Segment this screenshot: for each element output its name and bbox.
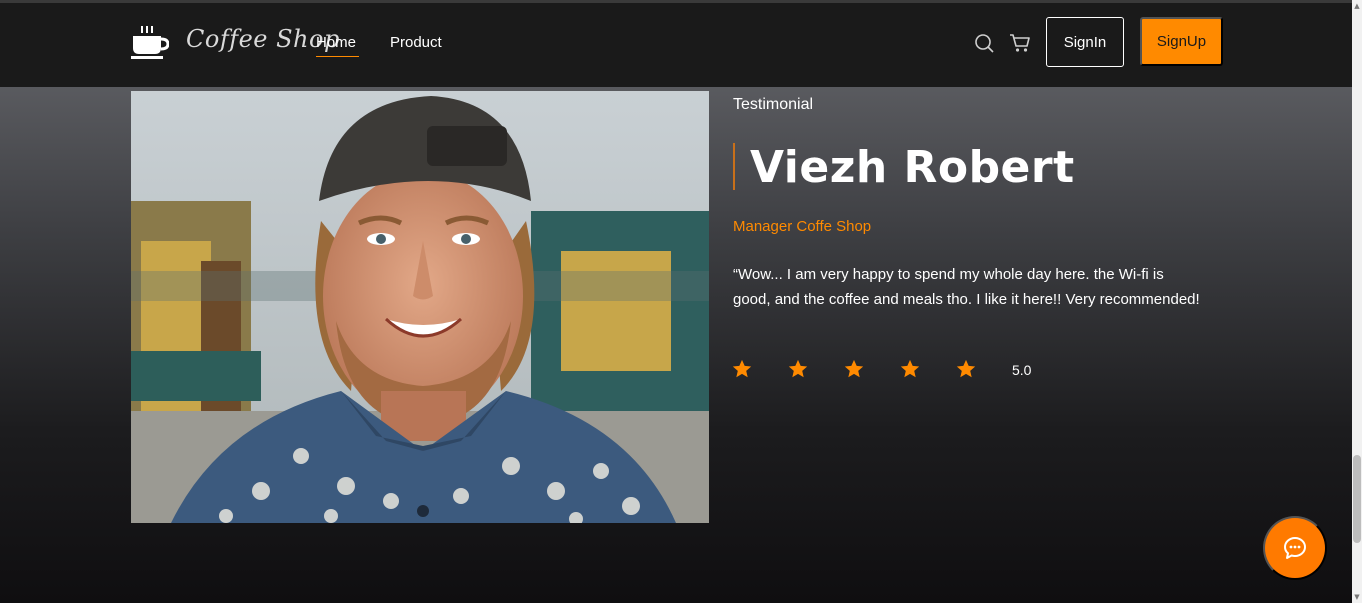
star-icon xyxy=(956,359,976,378)
rating-value: 5.0 xyxy=(1012,362,1032,378)
scroll-down-arrow-icon[interactable]: ▼ xyxy=(1353,593,1361,601)
name-accent-bar xyxy=(733,143,735,190)
coffee-cup-icon[interactable] xyxy=(131,24,169,60)
cart-icon[interactable] xyxy=(1009,33,1031,53)
testimonial-quote: “Wow... I am very happy to spend my whol… xyxy=(733,266,1200,308)
scrollbar-thumb[interactable] xyxy=(1353,455,1361,543)
navbar: Coffee Shop Home Product SignIn SignUp xyxy=(0,3,1352,87)
scroll-up-arrow-icon[interactable]: ▲ xyxy=(1353,2,1361,10)
nav-item-product[interactable]: Product xyxy=(390,34,442,51)
star-icon xyxy=(900,359,920,378)
chat-button[interactable] xyxy=(1263,516,1327,580)
search-icon[interactable] xyxy=(974,33,994,53)
nav-item-home[interactable]: Home xyxy=(316,34,356,51)
star-icon xyxy=(844,359,864,378)
star-icon xyxy=(788,359,808,378)
signin-button[interactable]: SignIn xyxy=(1046,17,1124,67)
testimonial-name: Viezh Robert xyxy=(750,142,1075,193)
star-icon xyxy=(732,359,752,378)
chat-bubble-icon xyxy=(1284,537,1306,559)
testimonial-photo xyxy=(131,91,709,523)
section-eyebrow: Testimonial xyxy=(733,96,814,113)
testimonial-role: Manager Coffe Shop xyxy=(733,218,872,235)
active-nav-underline xyxy=(316,56,359,57)
signup-button[interactable]: SignUp xyxy=(1140,17,1223,66)
page-scrollbar[interactable]: ▲ ▼ xyxy=(1352,0,1362,603)
